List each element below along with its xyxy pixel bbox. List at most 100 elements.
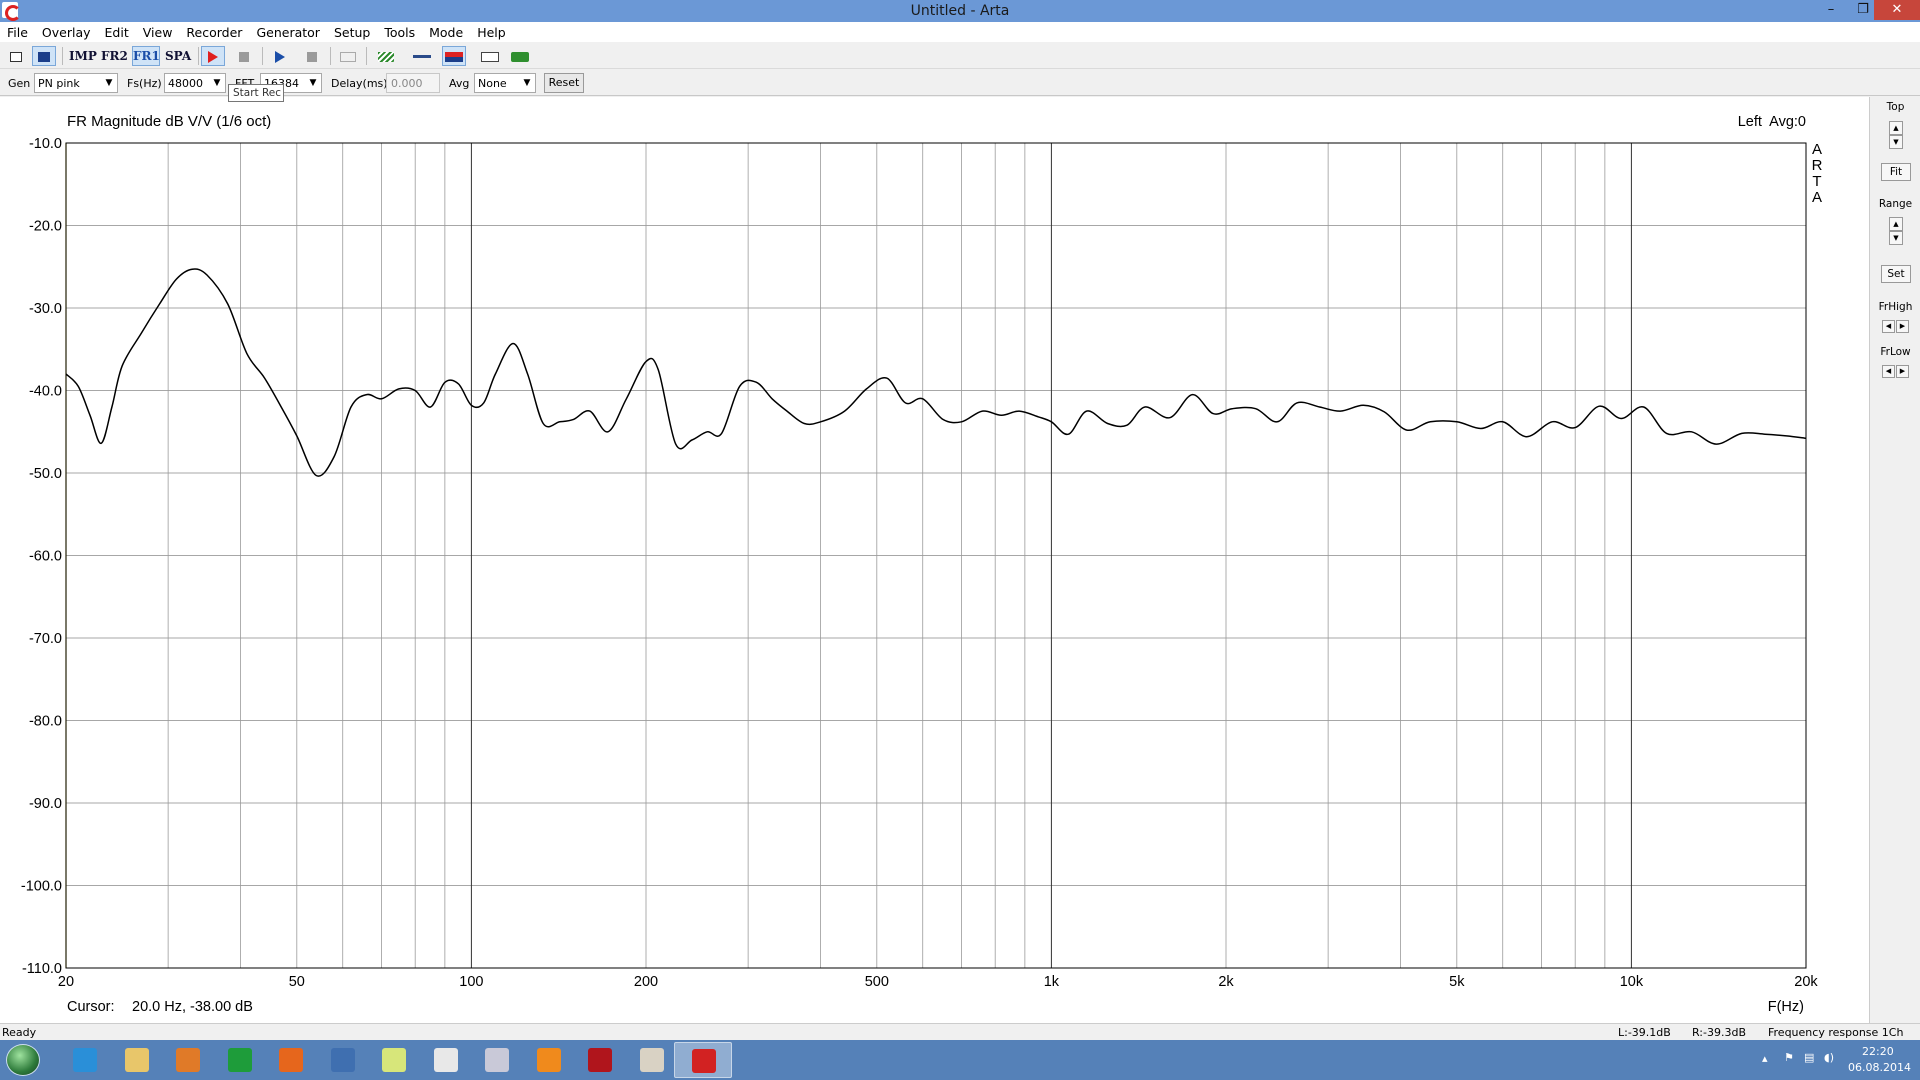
top-up-button[interactable]: ▲ (1889, 121, 1903, 135)
averaging-select[interactable]: None ▼ (474, 73, 536, 93)
start-rec-button[interactable] (201, 46, 225, 66)
flag-icon[interactable]: ⚑ (1784, 1051, 1794, 1064)
taskbar-app[interactable] (520, 1042, 578, 1078)
cable-button[interactable] (410, 46, 434, 66)
scope-button[interactable] (508, 46, 532, 66)
y-tick-label: -30.0 (29, 301, 62, 317)
x-tick-label: 1k (1044, 974, 1060, 990)
firefox-icon (279, 1048, 303, 1072)
x-tick-label: 200 (634, 974, 658, 990)
impulse-mode-button[interactable]: IMP (68, 46, 97, 66)
plot-area[interactable]: -10.0 -20.0 -30.0 -40.0 -50.0 -60.0 -70.0 -80.0… (0, 97, 1870, 1023)
range-up-button[interactable]: ▲ (1889, 217, 1903, 231)
start-button[interactable] (6, 1044, 40, 1076)
play-button[interactable] (268, 46, 292, 66)
window-app-icon (433, 1048, 458, 1072)
delay-field[interactable]: 0.000 (386, 73, 440, 93)
frlow-left-button[interactable]: ◀ (1882, 365, 1895, 378)
menu-tools[interactable]: Tools (377, 22, 422, 40)
sample-rate-select[interactable]: 48000 ▼ (164, 73, 226, 93)
y-tick-label: -20.0 (29, 219, 62, 235)
set-button[interactable]: Set (1881, 265, 1911, 283)
chevron-down-icon: ▼ (105, 78, 113, 88)
top-down-button[interactable]: ▼ (1889, 135, 1903, 149)
cursor-icon (38, 51, 50, 62)
reset-button[interactable]: Reset (544, 73, 584, 93)
y-tick-label: -40.0 (29, 384, 62, 400)
menu-file[interactable]: File (0, 22, 35, 40)
frhigh-right-button[interactable]: ▶ (1896, 320, 1909, 333)
clock-time[interactable]: 22:20 (1862, 1045, 1894, 1058)
taskbar-app[interactable] (262, 1042, 320, 1078)
fr2-label: FR2 (101, 49, 128, 63)
waveform-button[interactable] (478, 46, 502, 66)
taskbar-app[interactable] (314, 1042, 372, 1078)
top-label: Top (1886, 101, 1905, 113)
frhigh-label: FrHigh (1878, 301, 1913, 313)
menu-overlay[interactable]: Overlay (35, 22, 98, 40)
x-tick-label: 20 (58, 974, 74, 990)
menu-mode[interactable]: Mode (422, 22, 470, 40)
open-file-button[interactable] (4, 46, 28, 66)
generator-value: PN pink (38, 77, 80, 90)
chevron-up-icon[interactable]: ▴ (1762, 1052, 1768, 1065)
menu-edit[interactable]: Edit (98, 22, 136, 40)
menu-help[interactable]: Help (470, 22, 513, 40)
window-title: Untitled - Arta (910, 3, 1010, 19)
taskbar: ▴ ⚑ ▤ ◖) 22:20 06.08.2014 (0, 1040, 1920, 1080)
spectrum-view-button[interactable] (374, 46, 398, 66)
taskbar-app[interactable] (159, 1042, 217, 1078)
x-tick-label: 20k (1794, 974, 1818, 990)
taskbar-app[interactable] (468, 1042, 526, 1078)
thunderbird-icon (330, 1048, 355, 1072)
close-button[interactable]: ✕ (1874, 0, 1920, 20)
generator-select[interactable]: PN pink ▼ (34, 73, 118, 93)
range-down-button[interactable]: ▼ (1889, 231, 1903, 245)
x-tick-label: 500 (865, 974, 889, 990)
taskbar-app[interactable] (623, 1042, 681, 1078)
stop-play-button[interactable] (300, 46, 324, 66)
taskbar-app[interactable] (365, 1042, 423, 1078)
stop-rec-button[interactable] (232, 46, 256, 66)
taskbar-app[interactable] (108, 1042, 166, 1078)
menu-view[interactable]: View (136, 22, 180, 40)
open-file-icon (10, 51, 22, 62)
cursor-mode-button[interactable] (32, 46, 56, 66)
fr1-label: FR1 (133, 49, 160, 63)
color-scheme-button[interactable] (442, 46, 466, 66)
taskbar-app[interactable] (674, 1042, 732, 1078)
taskbar-app[interactable] (211, 1042, 269, 1078)
internet-explorer-icon (73, 1048, 97, 1072)
system-tray: ▴ ⚑ ▤ ◖) 22:20 06.08.2014 (1720, 1040, 1920, 1080)
spa-mode-button[interactable]: SPA (164, 46, 192, 66)
avg-label: Avg (449, 77, 470, 90)
spa-label: SPA (165, 49, 192, 63)
fit-button[interactable]: Fit (1881, 163, 1911, 181)
dice-app-icon (588, 1048, 612, 1072)
frhigh-left-button[interactable]: ◀ (1882, 320, 1895, 333)
frlow-right-button[interactable]: ▶ (1896, 365, 1909, 378)
menu-recorder[interactable]: Recorder (179, 22, 249, 40)
play-icon (275, 50, 285, 63)
volume-icon[interactable]: ◖) (1824, 1051, 1834, 1064)
spectrum-icon (378, 51, 394, 62)
taskbar-app[interactable] (56, 1042, 114, 1078)
network-icon[interactable]: ▤ (1804, 1051, 1814, 1064)
watermark-letter: A (1812, 141, 1822, 158)
cursor-label: Cursor: (67, 999, 115, 1015)
y-tick-label: -100.0 (21, 879, 62, 895)
clock-date[interactable]: 06.08.2014 (1848, 1061, 1911, 1074)
menu-generator[interactable]: Generator (249, 22, 326, 40)
fr2-mode-button[interactable]: FR2 (100, 46, 128, 66)
right-level: R:-39.3dB (1692, 1026, 1747, 1039)
record-generator-button[interactable] (336, 46, 360, 66)
chart-title: FR Magnitude dB V/V (1/6 oct) (67, 113, 271, 130)
y-tick-label: -80.0 (29, 714, 62, 730)
menu-setup[interactable]: Setup (327, 22, 377, 40)
taskbar-app[interactable] (571, 1042, 629, 1078)
store-icon (227, 1048, 252, 1072)
fr1-mode-button[interactable]: FR1 (132, 46, 160, 66)
minimize-button[interactable]: – (1816, 0, 1846, 20)
taskbar-app[interactable] (417, 1042, 475, 1078)
color-bars-icon (445, 51, 463, 62)
